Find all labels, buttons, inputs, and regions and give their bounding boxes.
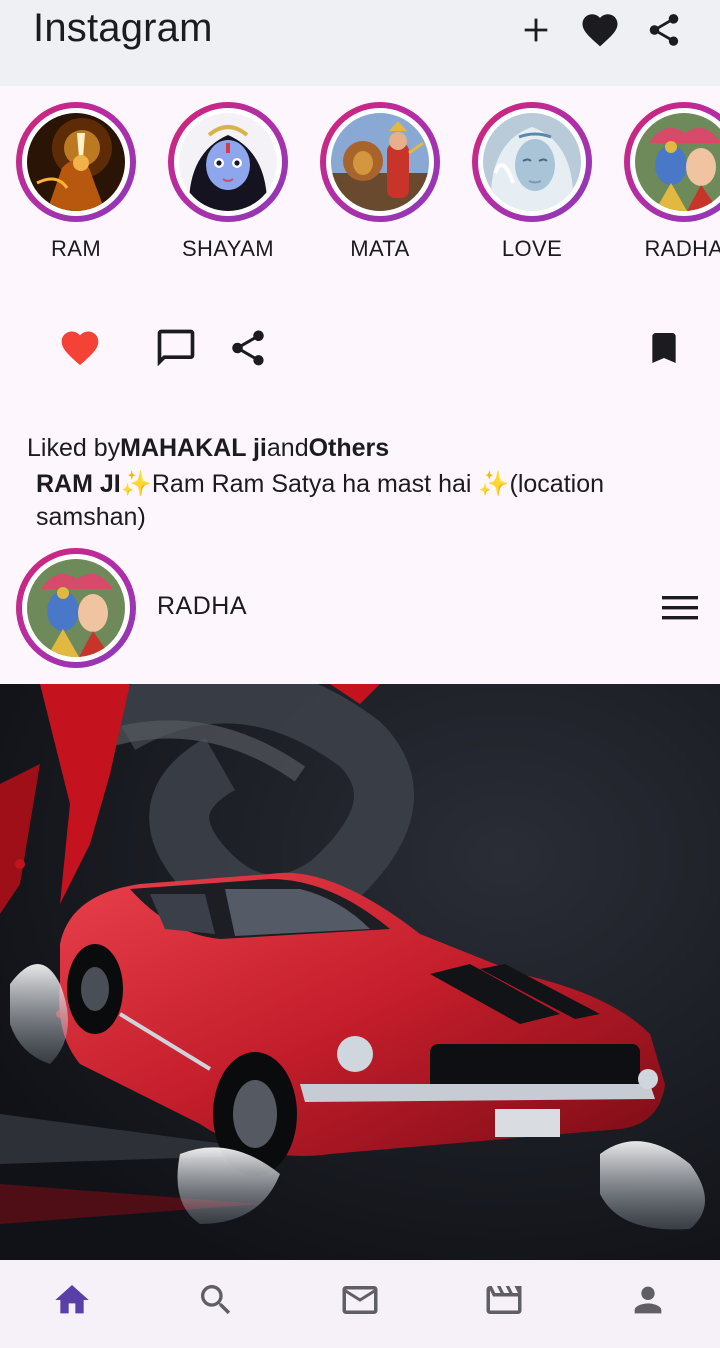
post-username[interactable]: RADHA xyxy=(157,592,247,621)
profile-icon xyxy=(634,1286,662,1314)
story-label: MATA xyxy=(350,236,410,261)
post-menu-button[interactable] xyxy=(656,586,704,630)
share-icon[interactable] xyxy=(642,8,686,52)
share-post-button[interactable] xyxy=(222,322,274,374)
liked-prefix: Liked by xyxy=(27,434,121,462)
comment-button[interactable] xyxy=(150,322,202,374)
story-love[interactable]: LOVE xyxy=(456,100,608,270)
heart-icon[interactable] xyxy=(578,8,622,52)
liked-others[interactable]: Others xyxy=(309,434,390,462)
post-image[interactable] xyxy=(0,684,720,1260)
story-avatar xyxy=(179,113,277,211)
nav-search[interactable] xyxy=(186,1276,246,1324)
liked-and: and xyxy=(266,434,309,462)
story-ram[interactable]: RAM xyxy=(0,100,152,270)
story-ring xyxy=(624,102,720,222)
story-ring xyxy=(168,102,288,222)
comment-icon xyxy=(157,329,195,367)
story-label: RAM xyxy=(50,236,102,261)
story-radha[interactable]: RADHA xyxy=(608,100,720,270)
story-avatar xyxy=(483,113,581,211)
menu-icon xyxy=(662,596,698,620)
stories-row: RAM SHAYAM MATA LOVE RADHA xyxy=(0,100,720,280)
bookmark-icon xyxy=(652,333,676,363)
story-label: RADHA xyxy=(644,236,720,261)
story-avatar xyxy=(27,113,125,211)
search-icon xyxy=(201,1285,231,1315)
caption-text: ✨Ram Ram Satya ha mast hai ✨(location sa… xyxy=(36,470,604,531)
app-root: Instagram RAM SHAYAM MATA LOVE RADHA Lik… xyxy=(0,0,720,1348)
share-icon xyxy=(232,330,264,366)
nav-messages[interactable] xyxy=(330,1276,390,1324)
reels-icon xyxy=(486,1286,522,1314)
story-ring xyxy=(16,102,136,222)
post-avatar-image xyxy=(27,559,125,657)
likes-text: Liked byMAHAKAL jiandOthers xyxy=(27,434,389,463)
nav-profile[interactable] xyxy=(618,1276,678,1324)
bookmark-button[interactable] xyxy=(638,322,690,374)
story-mata[interactable]: MATA xyxy=(304,100,456,270)
story-shayam[interactable]: SHAYAM xyxy=(152,100,304,270)
liked-user[interactable]: MAHAKAL ji xyxy=(120,434,267,462)
post-avatar[interactable] xyxy=(16,548,136,668)
mail-icon xyxy=(342,1286,378,1314)
home-icon xyxy=(55,1285,89,1314)
app-title: Instagram xyxy=(33,6,213,50)
nav-reels[interactable] xyxy=(474,1276,534,1324)
story-label: LOVE xyxy=(501,236,563,261)
story-ring xyxy=(472,102,592,222)
story-label: SHAYAM xyxy=(181,236,275,261)
add-icon[interactable] xyxy=(514,8,558,52)
post-caption: RAM JI✨Ram Ram Satya ha mast hai ✨(locat… xyxy=(36,468,696,534)
heart-filled-icon xyxy=(61,331,99,366)
nav-home[interactable] xyxy=(42,1276,102,1324)
story-avatar xyxy=(331,113,429,211)
story-avatar xyxy=(635,113,720,211)
story-ring xyxy=(320,102,440,222)
caption-user[interactable]: RAM JI xyxy=(36,470,121,498)
like-button[interactable] xyxy=(54,322,106,374)
app-bar: Instagram xyxy=(0,0,720,86)
bottom-nav xyxy=(0,1260,720,1348)
